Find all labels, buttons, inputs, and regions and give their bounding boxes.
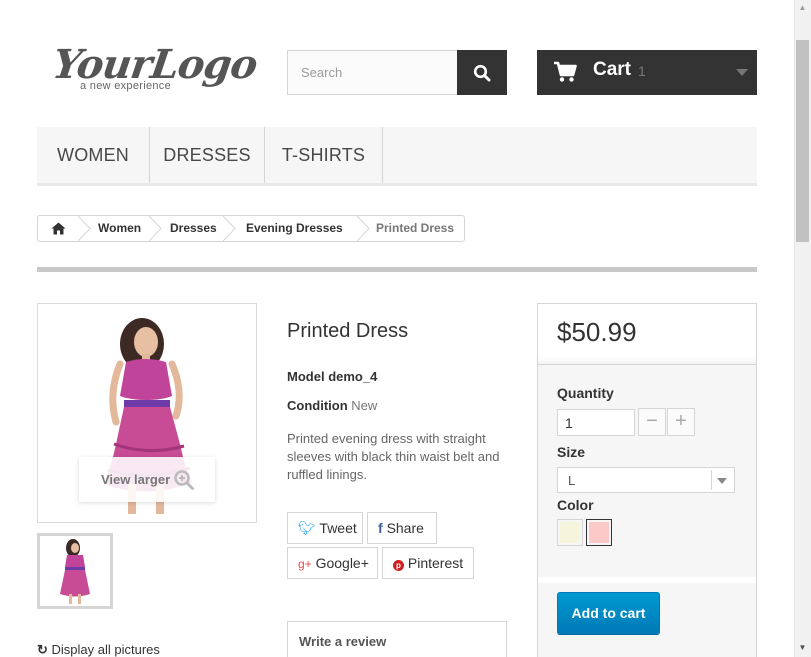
cart-count: 1 — [638, 63, 646, 79]
chevron-down-icon — [736, 69, 748, 76]
product-description: Printed evening dress with straight slee… — [287, 431, 500, 482]
color-swatch-fill — [589, 522, 609, 543]
add-to-cart-button[interactable]: Add to cart — [557, 592, 660, 634]
buy-box: $50.99 Quantity − + Size L Color Add to … — [537, 303, 757, 657]
product-thumbnail[interactable] — [37, 533, 113, 609]
zoom-in-icon — [174, 470, 194, 490]
size-selected-value: L — [568, 473, 576, 488]
breadcrumb-current: Printed Dress — [376, 221, 455, 235]
quantity-decrease-button[interactable]: − — [638, 408, 666, 436]
content-divider — [37, 267, 757, 272]
scroll-up-arrow-icon[interactable]: ▲ — [797, 2, 808, 13]
tweet-label: Tweet — [319, 520, 357, 536]
menu-item-t-shirts[interactable]: T-SHIRTS — [265, 127, 383, 183]
refresh-icon: ↻ — [37, 642, 52, 657]
breadcrumb-separator — [78, 216, 91, 241]
twitter-icon: 🐦︎ — [298, 520, 316, 536]
product-condition: Condition New — [287, 398, 377, 413]
tweet-button[interactable]: 🐦︎ Tweet — [287, 512, 363, 544]
breadcrumb-item-dresses[interactable]: Dresses — [170, 216, 217, 241]
product-model: Model demo_4 — [287, 369, 377, 384]
search-icon — [473, 64, 491, 81]
thumbnail-image — [60, 539, 90, 604]
quantity-input[interactable] — [557, 409, 635, 436]
breadcrumb: Women Dresses Evening Dresses Printed Dr… — [37, 215, 465, 242]
color-label: Color — [557, 497, 594, 513]
breadcrumb-separator — [149, 216, 162, 241]
share-label: Share — [386, 520, 424, 536]
scroll-down-arrow-icon[interactable]: ▼ — [797, 642, 808, 653]
breadcrumb-home[interactable] — [38, 216, 78, 241]
quantity-increase-button[interactable]: + — [667, 408, 695, 436]
breadcrumb-separator — [357, 216, 370, 241]
condition-label: Condition — [287, 398, 348, 413]
color-swatch-pink[interactable] — [586, 519, 612, 546]
shopping-cart-icon — [554, 61, 577, 82]
price-area: $50.99 — [538, 304, 756, 365]
size-label: Size — [557, 444, 586, 460]
home-icon — [51, 222, 65, 235]
breadcrumb-separator — [223, 216, 236, 241]
google-plus-icon: g+ — [298, 557, 312, 571]
google-plus-button[interactable]: g+ Google+ — [287, 547, 378, 579]
cart-button[interactable]: Cart 1 — [537, 50, 757, 95]
product-title: Printed Dress — [287, 320, 409, 342]
model-value: demo_4 — [328, 369, 378, 384]
quantity-label: Quantity — [557, 385, 614, 401]
buy-box-divider — [538, 577, 756, 583]
facebook-icon: f — [378, 520, 383, 536]
pinterest-button[interactable]: p Pinterest — [382, 547, 474, 579]
pinterest-label: Pinterest — [407, 555, 464, 571]
logo-tagline: a new experience — [80, 80, 172, 92]
search-button[interactable] — [457, 50, 507, 95]
write-review-box[interactable]: Write a review — [287, 621, 507, 657]
product-price: $50.99 — [557, 317, 637, 347]
size-select[interactable]: L — [557, 467, 735, 493]
scrollbar-thumb[interactable] — [796, 40, 809, 242]
breadcrumb-item-evening-dresses[interactable]: Evening Dresses — [246, 216, 343, 241]
select-arrow — [711, 470, 732, 490]
cart-label: Cart — [593, 59, 632, 80]
pinterest-icon: p — [393, 560, 404, 571]
breadcrumb-item-women[interactable]: Women — [98, 216, 141, 241]
site-logo[interactable]: YourLogo a new experience — [50, 41, 260, 98]
write-review-title: Write a review — [299, 634, 387, 649]
search-input[interactable] — [287, 50, 458, 95]
display-all-pictures-link[interactable]: ↻ Display all pictures — [37, 642, 160, 657]
chevron-down-icon — [717, 478, 727, 484]
model-label: Model — [287, 369, 325, 384]
menu-item-women[interactable]: WOMEN — [37, 127, 150, 183]
google-label: Google+ — [315, 555, 369, 571]
menu-item-dresses[interactable]: DRESSES — [150, 127, 265, 183]
condition-value: New — [351, 398, 378, 413]
facebook-share-button[interactable]: f Share — [367, 512, 437, 544]
display-all-label: Display all pictures — [51, 642, 160, 657]
color-swatch-fill — [560, 522, 580, 543]
main-menu: WOMEN DRESSES T-SHIRTS — [37, 127, 757, 186]
color-swatch-beige[interactable] — [557, 519, 583, 546]
